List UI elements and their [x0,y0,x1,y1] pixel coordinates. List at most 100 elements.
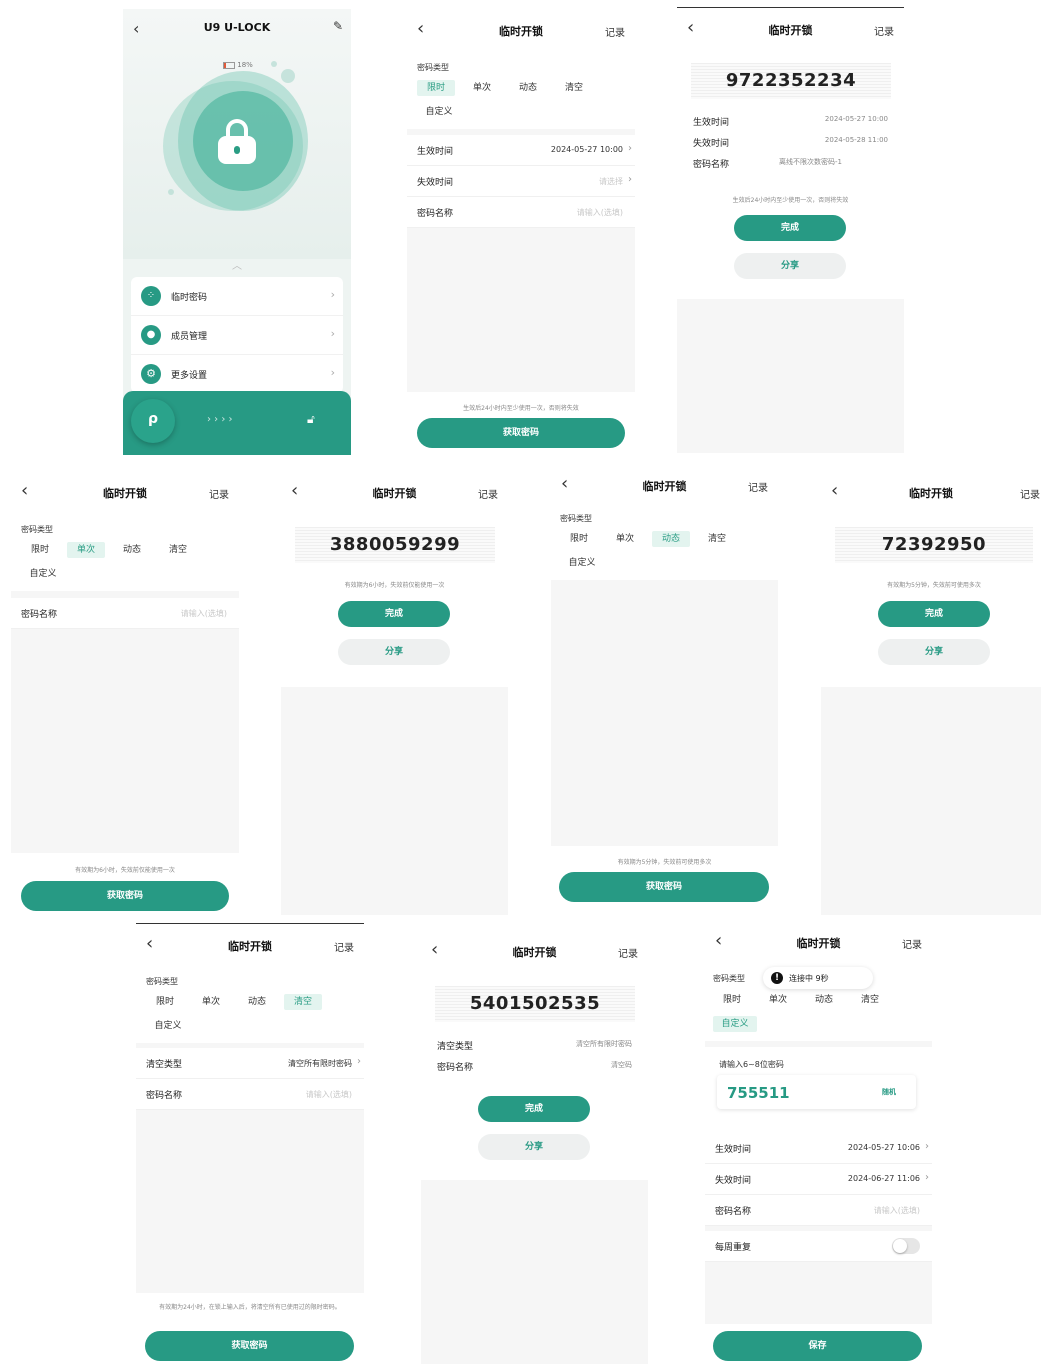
chip-single[interactable]: 单次 [606,531,644,547]
hint-text: 有效期为5分钟，失效前可使用多次 [887,582,981,589]
chip-clear[interactable]: 清空 [159,542,197,558]
user-icon: ● [141,325,161,345]
name-input[interactable]: 请输入(选填) [181,608,227,619]
record-link[interactable]: 记录 [478,486,498,501]
row-clear-type[interactable]: 清空类型 清空所有限时密码 › [136,1048,364,1079]
record-link[interactable]: 记录 [334,939,354,954]
row-placeholder: 请选择 [599,177,623,186]
get-password-button[interactable]: 获取密码 [417,418,625,448]
kv-label: 生效时间 [693,118,730,128]
share-button[interactable]: 分享 [734,253,846,279]
chip-custom[interactable]: 自定义 [713,1016,757,1032]
random-button[interactable]: 随机 [882,1087,896,1097]
chip-time-limited[interactable]: 限时 [560,531,598,547]
type-label: 密码类型 [146,977,178,986]
chip-clear[interactable]: 清空 [555,80,593,96]
custom-password-input[interactable]: 755511 随机 [717,1075,916,1109]
weekly-repeat-toggle[interactable] [892,1238,920,1254]
done-button[interactable]: 完成 [338,601,450,627]
name-input[interactable]: 请输入(选填) [577,207,623,218]
result-card: 9722352234 生效时间 2024-05-27 10:00 失效时间 20… [677,51,904,299]
chip-clear[interactable]: 清空 [284,994,322,1010]
record-link[interactable]: 记录 [874,23,894,38]
lock-bubbles [163,61,313,221]
row-expire-time[interactable]: 失效时间 请选择 › [407,166,635,197]
chip-dynamic[interactable]: 动态 [652,531,690,547]
share-button[interactable]: 分享 [338,639,450,665]
battery-icon [223,61,235,69]
chip-time-limited[interactable]: 限时 [21,542,59,558]
record-link[interactable]: 记录 [902,936,922,951]
row-expire-time[interactable]: 失效时间 2024-06-27 11:06 › [705,1164,932,1195]
page-title: 临时开锁 [103,487,147,500]
row-effective-time[interactable]: 生效时间 2024-05-27 10:00 › [407,135,635,166]
page-title: 临时开锁 [372,487,417,500]
slider-knob[interactable]: ρ [131,399,175,443]
name-input[interactable]: 请输入(选填) [306,1089,352,1100]
bottom-area: 有效期为6小时，失效前仅能使用一次 获取密码 [11,853,239,915]
chevron-right-icon: › [357,1056,361,1067]
chip-clear[interactable]: 清空 [698,531,736,547]
chip-dynamic[interactable]: 动态 [805,992,843,1008]
chip-time-limited[interactable]: 限时 [713,992,751,1008]
row-label: 密码名称 [21,610,58,620]
chip-custom[interactable]: 自定义 [146,1018,190,1034]
record-link[interactable]: 记录 [618,945,638,960]
chip-single[interactable]: 单次 [463,80,501,96]
screen-time-limited-result: ‹ 临时开锁 记录 9722352234 生效时间 2024-05-27 10:… [677,7,904,453]
screen-clear: ‹ 临时开锁 记录 密码类型 限时 单次 动态 清空 自定义 清空类型 清空所有… [136,923,364,1364]
edit-icon[interactable]: ✎ [333,19,343,33]
row-password-name[interactable]: 密码名称 请输入(选填) [407,197,635,228]
kv-value: 2024-05-27 10:00 [824,115,888,123]
save-button[interactable]: 保存 [713,1331,922,1361]
share-button[interactable]: 分享 [478,1134,590,1160]
result-card: 72392950 有效期为5分钟，失效前可使用多次 完成 分享 [821,515,1041,687]
chip-clear[interactable]: 清空 [851,992,889,1008]
chip-single[interactable]: 单次 [192,994,230,1010]
menu-item-more-settings[interactable]: ⚙ 更多设置 › [131,355,343,393]
get-password-button[interactable]: 获取密码 [559,872,769,902]
row-label: 清空类型 [146,1060,183,1070]
chip-time-limited[interactable]: 限时 [146,994,184,1010]
menu-item-members[interactable]: ● 成员管理 › [131,316,343,355]
gear-icon: ⚙ [141,364,161,384]
row-weekly-repeat: 每周重复 [705,1231,932,1262]
home-menu: ⁘ 临时密码 › ● 成员管理 › ⚙ 更多设置 › [131,277,343,393]
record-link[interactable]: 记录 [605,24,625,39]
get-password-button[interactable]: 获取密码 [21,881,229,911]
kv-expire: 失效时间 2024-05-28 11:00 [677,136,904,156]
input-label: 请输入6~8位密码 [719,1060,784,1069]
row-password-name[interactable]: 密码名称 请输入(选填) [136,1079,364,1110]
chip-time-limited[interactable]: 限时 [417,80,455,96]
done-button[interactable]: 完成 [734,215,846,241]
handle-chevron-icon[interactable]: ︿ [123,257,351,272]
done-button[interactable]: 完成 [478,1096,590,1122]
record-link[interactable]: 记录 [1020,486,1040,501]
lock-icon[interactable] [218,119,256,164]
unlock-slider[interactable]: ρ › › › › 🔓︎ [123,391,351,455]
chip-custom[interactable]: 自定义 [21,566,65,582]
chip-dynamic[interactable]: 动态 [113,542,151,558]
row-password-name[interactable]: 密码名称 请输入(选填) [11,598,239,629]
done-button[interactable]: 完成 [878,601,990,627]
row-label: 密码名称 [715,1207,752,1217]
password-code: 9722352234 [691,63,891,99]
kv-label: 清空类型 [437,1042,474,1052]
header: ‹ 临时开锁 记录 [136,923,364,968]
name-input[interactable]: 请输入(选填) [874,1205,920,1216]
chip-custom[interactable]: 自定义 [560,555,604,571]
chip-custom[interactable]: 自定义 [417,104,461,120]
row-effective-time[interactable]: 生效时间 2024-05-27 10:06 › [705,1133,932,1164]
menu-item-temp-password[interactable]: ⁘ 临时密码 › [131,277,343,316]
chip-dynamic[interactable]: 动态 [238,994,276,1010]
get-password-button[interactable]: 获取密码 [145,1331,354,1361]
row-password-name[interactable]: 密码名称 请输入(选填) [705,1195,932,1226]
record-link[interactable]: 记录 [748,479,768,494]
chip-dynamic[interactable]: 动态 [509,80,547,96]
record-link[interactable]: 记录 [209,486,229,501]
share-button[interactable]: 分享 [878,639,990,665]
chip-single[interactable]: 单次 [759,992,797,1008]
chip-single[interactable]: 单次 [67,542,105,558]
chevron-right-icon: › [925,1172,929,1183]
kv-value: 清空所有限时密码 [576,1040,632,1048]
